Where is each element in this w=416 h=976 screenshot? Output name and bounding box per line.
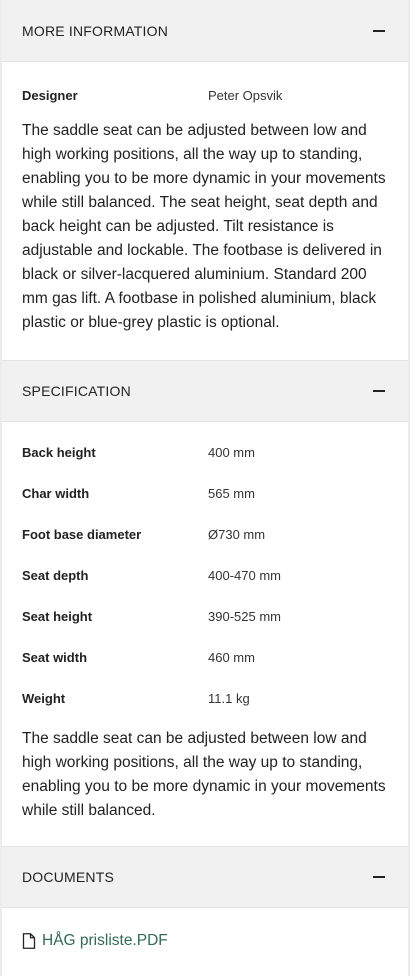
documents-header[interactable]: DOCUMENTS — [2, 846, 408, 908]
spec-row-back-height: Back height 400 mm — [22, 432, 388, 473]
spec-value: 400-470 mm — [208, 568, 281, 583]
minus-icon[interactable] — [372, 870, 386, 884]
spec-row-seat-width: Seat width 460 mm — [22, 637, 388, 678]
spec-label: Back height — [22, 445, 96, 460]
product-accordion: MORE INFORMATION Designer Peter Opsvik T… — [0, 0, 410, 976]
spec-value: 400 mm — [208, 445, 255, 460]
spec-label: Seat depth — [22, 568, 89, 583]
more-information-body: Designer Peter Opsvik The saddle seat ca… — [2, 62, 408, 360]
document-link[interactable]: HÅG prisliste.PDF — [22, 932, 168, 950]
spec-label: Foot base diameter — [22, 527, 142, 542]
document-name: HÅG prisliste.PDF — [42, 932, 168, 949]
spec-value: 565 mm — [208, 486, 255, 501]
spec-label: Seat width — [22, 650, 88, 665]
minus-icon[interactable] — [372, 384, 386, 398]
spec-label: Seat height — [22, 609, 93, 624]
spec-value: 460 mm — [208, 650, 255, 665]
spec-row-designer: Designer Peter Opsvik — [22, 75, 388, 115]
documents-body: HÅG prisliste.PDF — [2, 908, 408, 974]
specification-header[interactable]: SPECIFICATION — [2, 360, 408, 422]
spec-row-weight: Weight 11.1 kg — [22, 678, 388, 719]
section-title: MORE INFORMATION — [22, 22, 169, 39]
section-title: SPECIFICATION — [22, 383, 131, 399]
spec-row-seat-depth: Seat depth 400-470 mm — [22, 555, 388, 596]
file-icon — [22, 933, 36, 949]
spec-row-foot-base-diameter: Foot base diameter Ø730 mm — [22, 514, 388, 555]
specification-description: The saddle seat can be adjusted between … — [22, 730, 386, 819]
product-description: The saddle seat can be adjusted between … — [22, 122, 386, 331]
spec-label: Char width — [22, 486, 90, 501]
spec-label: Weight — [22, 691, 66, 706]
spec-label: Designer — [22, 87, 78, 103]
spec-row-seat-height: Seat height 390-525 mm — [22, 596, 388, 637]
spec-row-char-width: Char width 565 mm — [22, 473, 388, 514]
spec-value: 390-525 mm — [208, 609, 281, 624]
more-information-header[interactable]: MORE INFORMATION — [2, 0, 408, 62]
spec-value: 11.1 kg — [208, 691, 250, 706]
spec-value: Peter Opsvik — [208, 87, 283, 103]
spec-value: Ø730 mm — [208, 527, 266, 542]
section-title: DOCUMENTS — [22, 869, 115, 885]
specification-body: Back height 400 mm Char width 565 mm Foo… — [2, 422, 408, 846]
minus-icon[interactable] — [372, 24, 386, 38]
